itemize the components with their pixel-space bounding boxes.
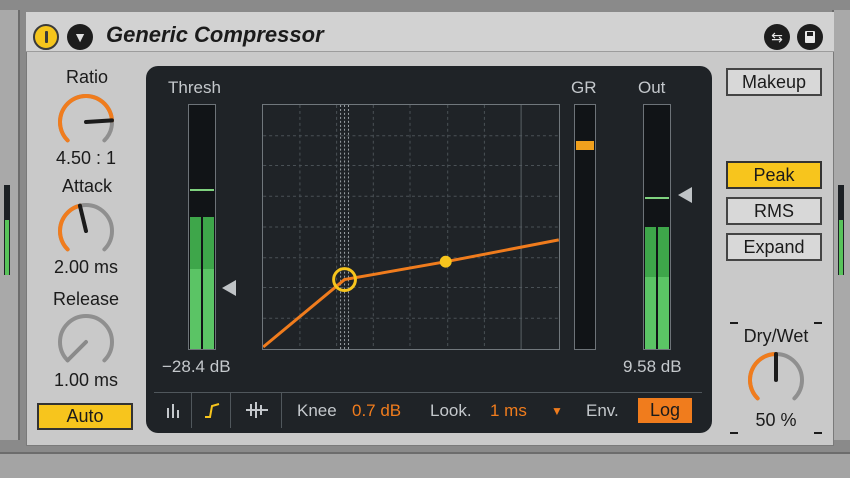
drywet-label: Dry/Wet <box>743 326 809 346</box>
lookahead-dropdown[interactable]: ▼ <box>551 404 563 418</box>
save-preset-button[interactable] <box>797 24 823 50</box>
envelope-log-button[interactable]: Log <box>638 398 692 423</box>
view-curve-button[interactable] <box>193 392 231 428</box>
frame-corner <box>814 432 822 434</box>
lookahead-label: Look. <box>430 401 472 420</box>
knee-label: Knee <box>297 401 337 420</box>
gr-label: GR <box>571 78 597 97</box>
frame-corner <box>730 432 738 434</box>
output-meter[interactable] <box>643 104 671 350</box>
view-activity-button[interactable] <box>232 392 282 428</box>
thresh-label: Thresh <box>168 78 221 97</box>
expand-button[interactable]: Expand <box>726 233 822 261</box>
out-value: 9.58 dB <box>623 357 682 376</box>
save-icon <box>805 31 815 43</box>
ratio-value: 4.50 : 1 <box>55 148 117 168</box>
device-title: Generic Compressor <box>106 22 324 47</box>
release-value: 1.00 ms <box>53 370 119 390</box>
track-bottom-strip <box>0 452 850 478</box>
curve-icon <box>204 403 219 418</box>
attack-knob[interactable] <box>54 199 118 263</box>
rms-button[interactable]: RMS <box>726 197 822 225</box>
out-label: Out <box>638 78 666 97</box>
release-knob[interactable] <box>54 310 118 374</box>
attack-value: 2.00 ms <box>53 257 119 277</box>
lookahead-value[interactable]: 1 ms <box>490 401 527 421</box>
device-fold-button[interactable]: ▼ <box>67 24 93 50</box>
makeup-button[interactable]: Makeup <box>726 68 822 96</box>
knee-value[interactable]: 0.7 dB <box>352 401 401 421</box>
ratio-knob[interactable] <box>54 90 118 154</box>
hotswap-button[interactable]: ⇆ <box>764 24 790 50</box>
neighbor-meter-right <box>838 185 844 275</box>
thresh-slider-handle[interactable] <box>222 280 236 296</box>
output-slider-handle[interactable] <box>678 187 692 203</box>
thresh-meter[interactable] <box>188 104 216 350</box>
drywet-knob[interactable] <box>744 348 808 412</box>
envelope-label: Env. <box>586 401 619 420</box>
power-icon <box>45 31 48 43</box>
attack-label: Attack <box>61 176 113 196</box>
view-meters-button[interactable] <box>154 392 192 428</box>
triangle-down-icon: ▼ <box>73 29 87 45</box>
triangle-down-icon: ▼ <box>551 404 563 418</box>
neighbor-device-left <box>0 10 20 440</box>
neighbor-meter-left <box>4 185 10 275</box>
release-label: Release <box>52 289 120 309</box>
ratio-label: Ratio <box>65 67 109 87</box>
thresh-value: −28.4 dB <box>162 357 231 376</box>
bar-meter-icon <box>166 404 179 418</box>
waveform-icon <box>245 402 268 418</box>
device-power-button[interactable] <box>33 24 59 50</box>
ratio-curve-handle[interactable] <box>439 255 452 268</box>
transfer-curve-graph[interactable] <box>262 104 560 350</box>
peak-button[interactable]: Peak <box>726 161 822 189</box>
hotswap-icon: ⇆ <box>771 29 783 45</box>
auto-release-button[interactable]: Auto <box>37 403 133 430</box>
drywet-value: 50 % <box>755 410 797 430</box>
gain-reduction-meter <box>574 104 596 350</box>
